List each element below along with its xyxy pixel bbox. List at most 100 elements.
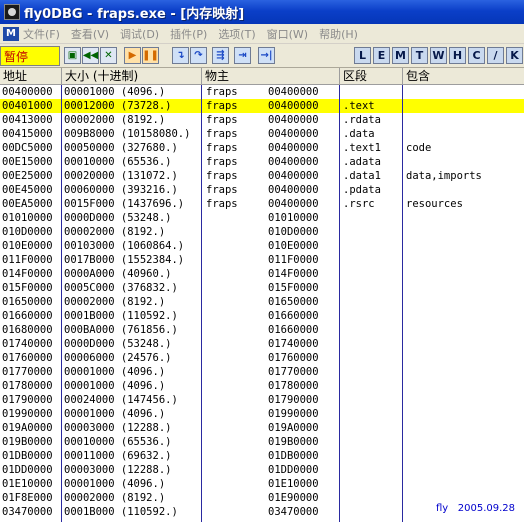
column-header-owner[interactable]: 物主 [202, 68, 340, 85]
cell-address: 010D0000 [2, 226, 53, 238]
table-row[interactable]: 00DC5000 00050000 (327680.) fraps 00400000.… [0, 141, 524, 155]
table-row[interactable]: 01770000 00001000 (4096.) 01770000 [0, 365, 524, 379]
cell-contains: code [406, 142, 432, 154]
table-row[interactable]: 00EA5000 0015F000 (1437696.) fraps 00400000… [0, 197, 524, 211]
cell-base: 01E10000 [268, 478, 319, 490]
table-row[interactable]: 015F0000 0005C000 (376832.) 015F0000 [0, 281, 524, 295]
menu-window[interactable]: 窗口(W) [267, 26, 308, 42]
cell-address: 00E15000 [2, 156, 53, 168]
menu-help[interactable]: 帮助(H) [319, 26, 358, 42]
table-row[interactable]: 01780000 00001000 (4096.) 01780000 [0, 379, 524, 393]
table-row[interactable]: 01680000 000BA000 (761856.) 01660000 [0, 323, 524, 337]
table-row[interactable]: 00413000 00002000 (8192.) fraps 00400000 .rd… [0, 113, 524, 127]
cell-size: 00002000 (8192.) [64, 226, 166, 238]
table-row[interactable]: 019A0000 00003000 (12288.) 019A0000 [0, 421, 524, 435]
title-bar[interactable]: fly0DBG - fraps.exe - [内存映射] [0, 0, 524, 24]
toolbar-window-button-l[interactable]: L [354, 47, 371, 64]
table-row[interactable]: 00400000 00001000 (4096.) fraps 00400000 [0, 85, 524, 99]
cell-size: 00001000 (4096.) [64, 366, 166, 378]
toolbar-window-button-t[interactable]: T [411, 47, 428, 64]
column-header-size[interactable]: 大小 (十进制) [62, 68, 202, 85]
toolbar-window-button-e[interactable]: E [373, 47, 390, 64]
table-row[interactable]: 010E0000 00103000 (1060864.) 010E0000 [0, 239, 524, 253]
table-row-selected[interactable]: 00401000 00012000 (73728.) fraps 00400000 .t… [0, 99, 524, 113]
column-header-address[interactable]: 地址 [0, 68, 62, 85]
toolbar-window-button-c[interactable]: C [468, 47, 485, 64]
cell-section: .rsrc [343, 198, 375, 210]
cell-size: 00050000 (327680.) [64, 142, 178, 154]
table-row[interactable]: 014F0000 0000A000 (40960.) 014F0000 [0, 267, 524, 281]
cell-base: 01E90000 [268, 492, 319, 504]
column-header-contains[interactable]: 包含 [403, 68, 524, 85]
table-row[interactable]: 00E15000 00010000 (65536.) fraps 00400000 .a… [0, 155, 524, 169]
cell-base: 00400000 [268, 170, 319, 182]
trace-into-icon[interactable]: ⇶ [212, 47, 229, 64]
toolbar-window-button-h[interactable]: H [449, 47, 466, 64]
cell-contains: data,imports [406, 170, 482, 182]
rewind-icon[interactable]: ◀◀ [82, 47, 99, 64]
table-row[interactable]: 00415000 009B8000 (10158080.) fraps 0040000… [0, 127, 524, 141]
table-row[interactable]: 019B0000 00010000 (65536.) 019B0000 [0, 435, 524, 449]
toolbar-window-button-w[interactable]: W [430, 47, 447, 64]
mdi-child-icon[interactable]: M [3, 26, 19, 41]
table-row[interactable]: 010D0000 00002000 (8192.) 010D0000 [0, 225, 524, 239]
signature-author: fly [436, 503, 449, 514]
cell-size: 0000D000 (53248.) [64, 212, 172, 224]
table-row[interactable]: 011F0000 0017B000 (1552384.) 011F0000 [0, 253, 524, 267]
menu-bar: M 文件(F) 查看(V) 调试(D) 插件(P) 选项(T) 窗口(W) 帮助… [0, 24, 524, 44]
cell-size: 00006000 (24576.) [64, 352, 172, 364]
cell-address: 00415000 [2, 128, 53, 140]
toolbar-window-button-m[interactable]: M [392, 47, 409, 64]
close-x-icon[interactable]: ✕ [100, 47, 117, 64]
cell-size: 00011000 (69632.) [64, 450, 172, 462]
memory-map-table[interactable]: 00400000 00001000 (4096.) fraps 00400000 004… [0, 85, 524, 522]
run-icon[interactable]: ▶ [124, 47, 141, 64]
cell-owner: fraps [206, 184, 238, 196]
toolbar-window-button-slash[interactable]: / [487, 47, 504, 64]
cell-base: 014F0000 [268, 268, 319, 280]
table-row[interactable]: 01010000 0000D000 (53248.) 01010000 [0, 211, 524, 225]
step-over-icon[interactable]: ↷ [190, 47, 207, 64]
cell-base: 019B0000 [268, 436, 319, 448]
cell-base: 03470000 [268, 506, 319, 518]
cell-size: 00002000 (8192.) [64, 492, 166, 504]
trace-over-icon[interactable]: ⇥ [234, 47, 251, 64]
table-row[interactable]: 01990000 00001000 (4096.) 01990000 [0, 407, 524, 421]
table-row[interactable]: 01DD0000 00003000 (12288.) 01DD0000 [0, 463, 524, 477]
app-icon[interactable] [4, 4, 20, 20]
cell-address: 00400000 [2, 86, 53, 98]
menu-view[interactable]: 查看(V) [71, 26, 109, 42]
table-row[interactable]: 01660000 0001B000 (110592.) 01660000 [0, 309, 524, 323]
cell-owner: fraps [206, 142, 238, 154]
toolbar-window-button-k[interactable]: K [506, 47, 523, 64]
author-signature: fly 2005.09.28 [436, 503, 515, 514]
cell-size: 0001B000 (110592.) [64, 506, 178, 518]
column-header-section[interactable]: 区段 [340, 68, 403, 85]
menu-plugins[interactable]: 插件(P) [170, 26, 207, 42]
table-row[interactable]: 01790000 00024000 (147456.) 01790000 [0, 393, 524, 407]
table-row[interactable]: 00E45000 00060000 (393216.) fraps 00400000.… [0, 183, 524, 197]
window-title: fly0DBG - fraps.exe - [内存映射] [24, 6, 245, 22]
cell-size: 0017B000 (1552384.) [64, 254, 185, 266]
table-row[interactable]: 01740000 0000D000 (53248.) 01740000 [0, 337, 524, 351]
cell-address: 00413000 [2, 114, 53, 126]
table-row[interactable]: 01E10000 00001000 (4096.) 01E10000 [0, 477, 524, 491]
pause-icon[interactable]: ❚❚ [142, 47, 159, 64]
cell-address: 01DB0000 [2, 450, 53, 462]
cell-contains: resources [406, 198, 463, 210]
menu-debug[interactable]: 调试(D) [120, 26, 159, 42]
open-folder-icon[interactable]: ▣ [64, 47, 81, 64]
cell-size: 00060000 (393216.) [64, 184, 178, 196]
cell-address: 01770000 [2, 366, 53, 378]
table-row[interactable]: 01DB0000 00011000 (69632.) 01DB0000 [0, 449, 524, 463]
cell-base: 01650000 [268, 296, 319, 308]
table-row[interactable]: 01650000 00002000 (8192.) 01650000 [0, 295, 524, 309]
table-row[interactable]: 01760000 00006000 (24576.) 01760000 [0, 351, 524, 365]
execute-till-return-icon[interactable]: →| [258, 47, 275, 64]
table-row[interactable]: 00E25000 00020000 (131072.) fraps 00400000.… [0, 169, 524, 183]
menu-file[interactable]: 文件(F) [23, 26, 60, 42]
step-into-icon[interactable]: ↴ [172, 47, 189, 64]
cell-address: 01010000 [2, 212, 53, 224]
menu-options[interactable]: 选项(T) [218, 26, 255, 42]
cell-base: 01760000 [268, 352, 319, 364]
